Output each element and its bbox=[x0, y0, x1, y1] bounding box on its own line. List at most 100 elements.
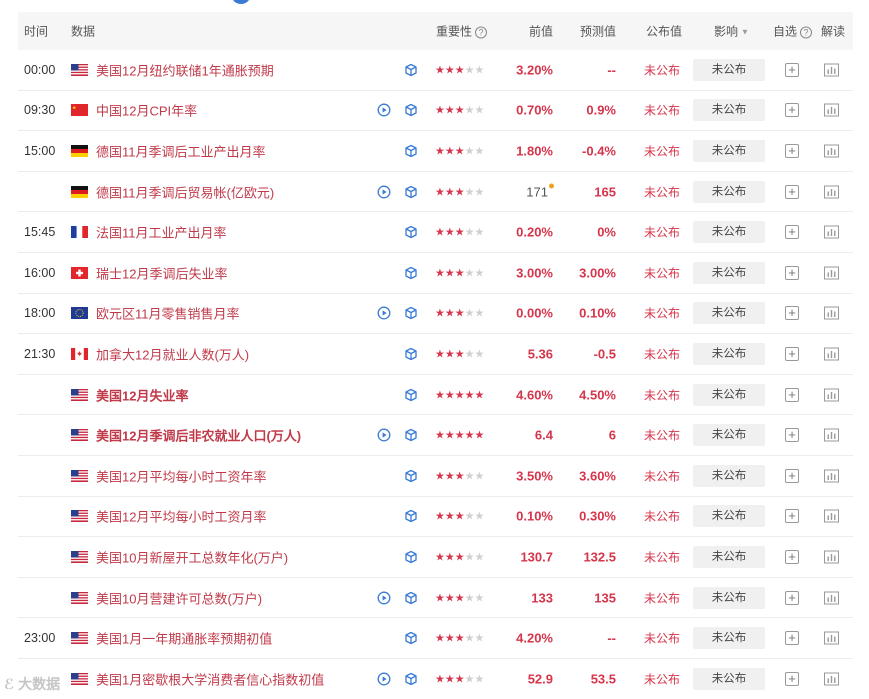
event-name-link[interactable]: 德国11月季调后贸易帐(亿欧元) bbox=[96, 182, 274, 201]
table-row[interactable]: 美国10月营建许可总数(万户) ★★★★★ 133 135 未公布 未公布 + bbox=[18, 578, 853, 619]
importance-stars: ★★★★★ bbox=[435, 429, 485, 442]
play-video-icon[interactable] bbox=[377, 306, 391, 320]
cube-icon[interactable] bbox=[404, 631, 418, 645]
event-name-link[interactable]: 美国12月纽约联储1年通胀预期 bbox=[96, 60, 274, 79]
add-to-watchlist-icon[interactable]: + bbox=[785, 631, 799, 646]
table-row[interactable]: 美国1月密歇根大学消费者信心指数初值 ★★★★★ 52.9 53.5 未公布 未公布 + bbox=[18, 659, 853, 699]
table-row[interactable]: 15:00 德国11月季调后工业产出月率 ★★★★★ 1.80% -0.4% 未公布 未公布… bbox=[18, 131, 853, 172]
flag-us-icon bbox=[71, 672, 88, 685]
analysis-chart-icon[interactable] bbox=[824, 266, 839, 280]
cube-icon[interactable] bbox=[404, 266, 418, 280]
analysis-chart-icon[interactable] bbox=[824, 144, 839, 158]
cube-icon[interactable] bbox=[404, 550, 418, 564]
cube-icon[interactable] bbox=[404, 591, 418, 605]
add-to-watchlist-icon[interactable]: + bbox=[785, 225, 799, 240]
cube-icon[interactable] bbox=[404, 225, 418, 239]
table-row[interactable]: 00:00 美国12月纽约联储1年通胀预期 ★★★★★ 3.20% -- 未公布 未公布 + bbox=[18, 50, 853, 91]
table-row[interactable]: 美国12月季调后非农就业人口(万人) ★★★★★ 6.4 6 未公布 未公布 + bbox=[18, 415, 853, 456]
table-row[interactable]: 美国12月平均每小时工资月率 ★★★★★ 0.10% 0.30% 未公布 未公布 + bbox=[18, 497, 853, 538]
table-row[interactable]: 18:00 欧元区11月零售销售月率 ★★★★★ 0.00% 0.10% 未公布 未公布 + bbox=[18, 294, 853, 335]
analysis-chart-icon[interactable] bbox=[824, 591, 839, 605]
header-impact[interactable]: 影响 ▼ bbox=[714, 23, 749, 40]
analysis-chart-icon[interactable] bbox=[824, 185, 839, 199]
cube-icon[interactable] bbox=[404, 428, 418, 442]
add-to-watchlist-icon[interactable]: + bbox=[785, 103, 799, 118]
add-to-watchlist-icon[interactable]: + bbox=[785, 346, 799, 361]
previous-value: 5.36 bbox=[528, 346, 553, 361]
analysis-chart-icon[interactable] bbox=[824, 306, 839, 320]
event-name-link[interactable]: 中国12月CPI年率 bbox=[96, 101, 197, 120]
cube-icon[interactable] bbox=[404, 144, 418, 158]
add-to-watchlist-icon[interactable]: + bbox=[785, 671, 799, 686]
row-time: 18:00 bbox=[24, 306, 56, 321]
play-video-icon[interactable] bbox=[377, 428, 391, 442]
cube-icon[interactable] bbox=[404, 347, 418, 361]
event-name-link[interactable]: 美国12月季调后非农就业人口(万人) bbox=[96, 426, 301, 445]
cube-icon[interactable] bbox=[404, 103, 418, 117]
analysis-chart-icon[interactable] bbox=[824, 388, 839, 402]
cube-icon[interactable] bbox=[404, 672, 418, 686]
play-video-icon[interactable] bbox=[377, 103, 391, 117]
help-icon[interactable]: ? bbox=[800, 26, 813, 39]
table-row[interactable]: 16:00 瑞士12月季调后失业率 ★★★★★ 3.00% 3.00% 未公布 未公布 + bbox=[18, 253, 853, 294]
analysis-chart-icon[interactable] bbox=[824, 631, 839, 645]
cube-icon[interactable] bbox=[404, 388, 418, 402]
table-row[interactable]: 美国12月失业率 ★★★★★ 4.60% 4.50% 未公布 未公布 + bbox=[18, 375, 853, 416]
event-name-link[interactable]: 法国11月工业产出月率 bbox=[96, 223, 227, 242]
header-forecast: 预测值 bbox=[579, 24, 616, 39]
help-icon[interactable]: ? bbox=[475, 26, 488, 39]
cube-icon[interactable] bbox=[404, 185, 418, 199]
cube-icon[interactable] bbox=[404, 306, 418, 320]
event-name-link[interactable]: 美国10月新屋开工总数年化(万户) bbox=[96, 547, 288, 566]
add-to-watchlist-icon[interactable]: + bbox=[785, 590, 799, 605]
event-name-link[interactable]: 美国10月营建许可总数(万户) bbox=[96, 588, 262, 607]
event-name-link[interactable]: 瑞士12月季调后失业率 bbox=[96, 263, 227, 282]
add-to-watchlist-icon[interactable]: + bbox=[785, 143, 799, 158]
cube-icon[interactable] bbox=[404, 509, 418, 523]
table-row[interactable]: 15:45 法国11月工业产出月率 ★★★★★ 0.20% 0% 未公布 未公布 + bbox=[18, 212, 853, 253]
analysis-chart-icon[interactable] bbox=[824, 225, 839, 239]
play-video-icon[interactable] bbox=[377, 672, 391, 686]
event-name-link[interactable]: 美国12月失业率 bbox=[96, 385, 188, 404]
add-to-watchlist-icon[interactable]: + bbox=[785, 62, 799, 77]
event-name-link[interactable]: 美国12月平均每小时工资月率 bbox=[96, 507, 266, 526]
table-row[interactable]: 21:30 加拿大12月就业人数(万人) ★★★★★ 5.36 -0.5 未公布 未公布 + bbox=[18, 334, 853, 375]
cube-icon[interactable] bbox=[404, 469, 418, 483]
add-to-watchlist-icon[interactable]: + bbox=[785, 387, 799, 402]
play-video-icon[interactable] bbox=[377, 185, 391, 199]
event-name-link[interactable]: 欧元区11月零售销售月率 bbox=[96, 304, 240, 323]
add-to-watchlist-icon[interactable]: + bbox=[785, 509, 799, 524]
analysis-chart-icon[interactable] bbox=[824, 469, 839, 483]
cube-icon[interactable] bbox=[404, 63, 418, 77]
add-to-watchlist-icon[interactable]: + bbox=[785, 265, 799, 280]
event-name-link[interactable]: 加拿大12月就业人数(万人) bbox=[96, 344, 249, 363]
forecast-value: 0.30% bbox=[579, 508, 616, 524]
impact-badge: 未公布 bbox=[693, 139, 765, 162]
analysis-chart-icon[interactable] bbox=[824, 63, 839, 77]
event-name-link[interactable]: 德国11月季调后工业产出月率 bbox=[96, 141, 266, 160]
play-video-icon[interactable] bbox=[377, 591, 391, 605]
actual-value: 未公布 bbox=[644, 185, 681, 200]
analysis-chart-icon[interactable] bbox=[824, 103, 839, 117]
table-row[interactable]: 德国11月季调后贸易帐(亿欧元) ★★★★★ 171 165 未公布 未公布 + bbox=[18, 172, 853, 213]
importance-stars: ★★★★★ bbox=[435, 145, 485, 158]
add-to-watchlist-icon[interactable]: + bbox=[785, 306, 799, 321]
event-name-link[interactable]: 美国12月平均每小时工资年率 bbox=[96, 466, 266, 485]
analysis-chart-icon[interactable] bbox=[824, 347, 839, 361]
add-to-watchlist-icon[interactable]: + bbox=[785, 549, 799, 564]
header-importance[interactable]: 重要性? bbox=[436, 23, 488, 40]
header-watchlist[interactable]: 自选? bbox=[773, 23, 813, 40]
table-row[interactable]: 23:00 美国1月一年期通胀率预期初值 ★★★★★ 4.20% -- 未公布 未公布 + bbox=[18, 618, 853, 659]
analysis-chart-icon[interactable] bbox=[824, 428, 839, 442]
add-to-watchlist-icon[interactable]: + bbox=[785, 428, 799, 443]
table-row[interactable]: 美国12月平均每小时工资年率 ★★★★★ 3.50% 3.60% 未公布 未公布 + bbox=[18, 456, 853, 497]
add-to-watchlist-icon[interactable]: + bbox=[785, 184, 799, 199]
analysis-chart-icon[interactable] bbox=[824, 550, 839, 564]
table-row[interactable]: 美国10月新屋开工总数年化(万户) ★★★★★ 130.7 132.5 未公布 未公布 + bbox=[18, 537, 853, 578]
analysis-chart-icon[interactable] bbox=[824, 509, 839, 523]
table-row[interactable]: 09:30 中国12月CPI年率 ★★★★★ 0.70% 0.9% 未公布 未公布 + bbox=[18, 91, 853, 132]
add-to-watchlist-icon[interactable]: + bbox=[785, 468, 799, 483]
analysis-chart-icon[interactable] bbox=[824, 672, 839, 686]
event-name-link[interactable]: 美国1月密歇根大学消费者信心指数初值 bbox=[96, 669, 324, 688]
event-name-link[interactable]: 美国1月一年期通胀率预期初值 bbox=[96, 629, 272, 648]
